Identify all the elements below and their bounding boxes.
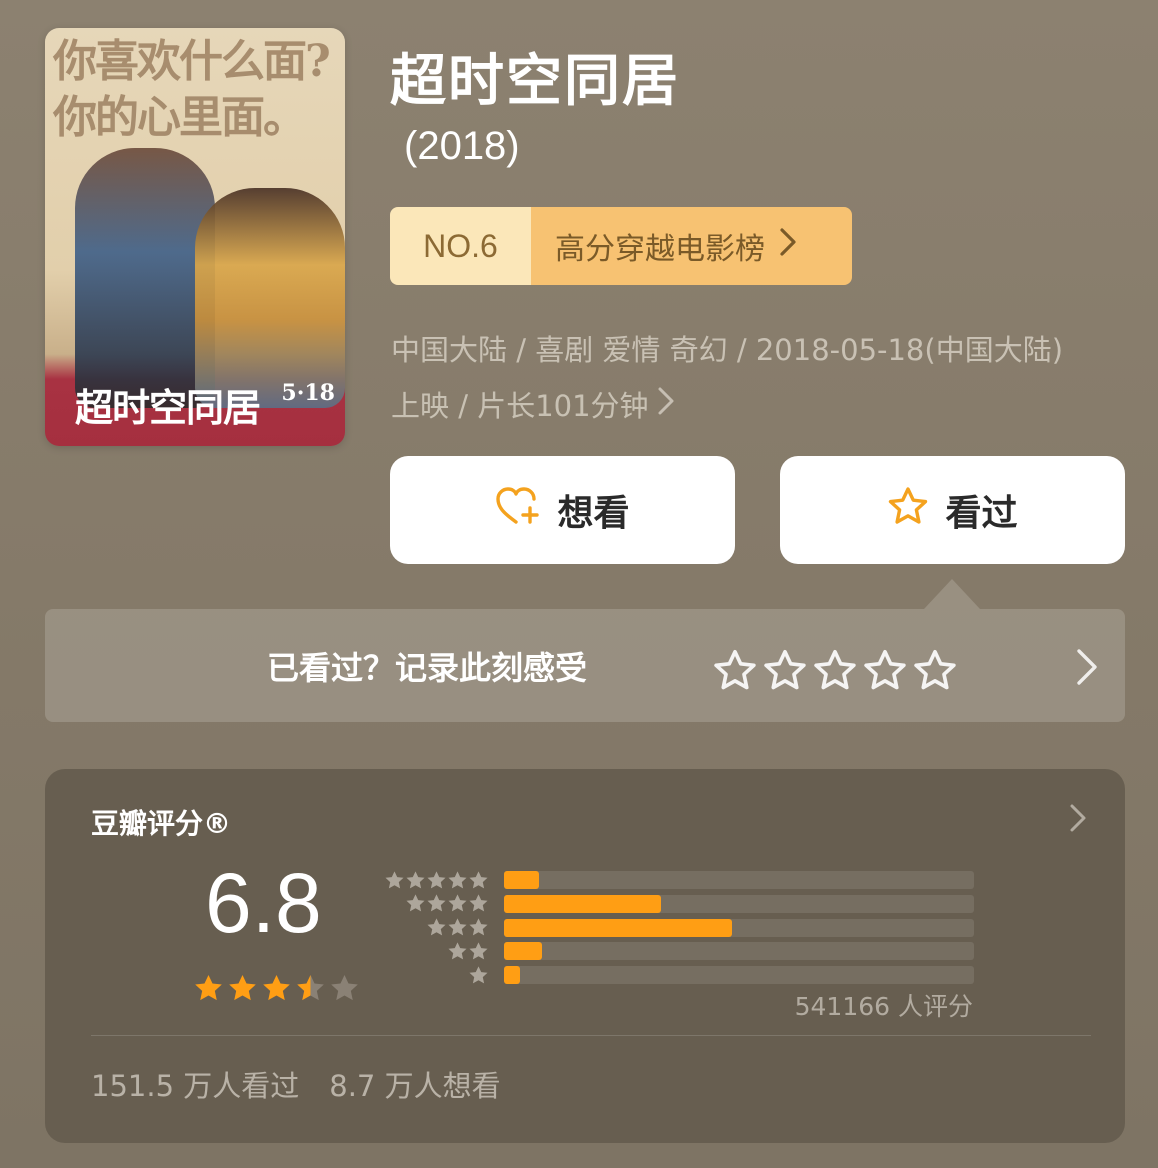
star-small-icon xyxy=(469,918,488,936)
star-small-icon xyxy=(448,894,467,912)
rank-list-name: 高分穿越电影榜 xyxy=(531,207,852,285)
star-outline-icon xyxy=(887,486,945,535)
want-count: 8.7 万人想看 xyxy=(329,1069,501,1103)
rating-label: 豆瓣评分® xyxy=(91,807,232,840)
star-filled-icon xyxy=(263,974,290,1001)
distribution-track xyxy=(504,966,974,985)
watched-button[interactable]: 看过 xyxy=(780,456,1125,564)
movie-poster[interactable]: 你喜欢什么面? 你的心里面。 5·18 超时空同居 xyxy=(45,28,345,446)
record-feeling-bar[interactable]: 已看过？记录此刻感受 xyxy=(45,609,1125,722)
distribution-track xyxy=(504,871,974,889)
chevron-right-icon xyxy=(1075,647,1099,691)
distribution-bar xyxy=(504,871,540,889)
distribution-track xyxy=(504,942,974,961)
watched-label: 看过 xyxy=(945,493,1018,534)
star-filled-icon xyxy=(229,974,256,1001)
star-small-icon xyxy=(427,894,446,912)
chevron-right-icon xyxy=(779,227,797,265)
distribution-track xyxy=(504,894,974,913)
star-outline-icon[interactable] xyxy=(813,649,857,693)
divider xyxy=(91,1035,1091,1036)
star-small-icon xyxy=(469,870,488,888)
star-small-icon xyxy=(406,870,425,888)
star-small-icon xyxy=(427,870,446,888)
heart-plus-icon xyxy=(495,486,557,535)
star-small-icon xyxy=(448,870,467,888)
rating-stars xyxy=(193,973,360,1004)
star-small-icon xyxy=(385,870,404,888)
distribution-track xyxy=(504,918,974,937)
want-to-watch-button[interactable]: 想看 xyxy=(390,456,735,564)
star-small-icon xyxy=(469,966,488,984)
distribution-stars xyxy=(383,870,489,891)
star-small-icon xyxy=(448,942,467,960)
movie-year: (2018) xyxy=(404,124,520,168)
distribution-bar xyxy=(504,942,542,961)
star-small-icon xyxy=(469,894,488,912)
star-outline-icon[interactable] xyxy=(713,649,757,693)
rating-score: 6.8 xyxy=(205,856,322,950)
record-rating-stars[interactable] xyxy=(713,649,957,693)
meta-line-2-wrap: 上映 / 片长101分钟 xyxy=(391,378,1121,434)
star-small-icon xyxy=(448,918,467,936)
star-small-icon xyxy=(427,918,446,936)
rank-badge[interactable]: NO.6 高分穿越电影榜 xyxy=(390,207,852,285)
star-empty-icon xyxy=(331,974,358,1001)
record-prompt: 已看过？记录此刻感受 xyxy=(267,648,588,687)
tooltip-pointer xyxy=(924,579,980,609)
chevron-right-icon xyxy=(657,378,675,434)
watch-stats: 151.5 万人看过 8.7 万人想看 xyxy=(91,1063,501,1105)
meta-line-1: 中国大陆 / 喜剧 爱情 奇幻 / 2018-05-18(中国大陆) xyxy=(391,333,1064,367)
poster-title: 超时空同居 xyxy=(75,385,261,430)
distribution-stars xyxy=(383,965,489,986)
star-outline-icon[interactable] xyxy=(763,649,807,693)
movie-title: 超时空同居 xyxy=(390,49,680,114)
star-filled-icon xyxy=(195,974,222,1001)
distribution-bar xyxy=(504,918,732,937)
want-to-watch-label: 想看 xyxy=(557,493,630,534)
star-half-icon xyxy=(297,974,324,1001)
distribution-bar xyxy=(504,894,662,913)
watched-count: 151.5 万人看过 xyxy=(91,1069,300,1103)
star-small-icon xyxy=(469,942,488,960)
poster-figure-actor xyxy=(195,188,345,408)
chevron-right-icon xyxy=(1069,803,1087,837)
meta-line-2: 上映 / 片长101分钟 xyxy=(391,389,649,423)
poster-figure-actress xyxy=(75,148,215,408)
rating-card[interactable]: 豆瓣评分® 6.8 541166 人评分 151.5 万人看过 8.7 万人想看 xyxy=(45,769,1125,1143)
star-outline-icon[interactable] xyxy=(913,649,957,693)
movie-meta[interactable]: 中国大陆 / 喜剧 爱情 奇幻 / 2018-05-18(中国大陆) 上映 / … xyxy=(391,322,1121,434)
star-small-icon xyxy=(406,894,425,912)
star-outline-icon[interactable] xyxy=(863,649,907,693)
distribution-bar xyxy=(504,966,521,985)
distribution-stars xyxy=(383,941,489,962)
poster-tagline: 你喜欢什么面? 你的心里面。 xyxy=(53,36,331,143)
rating-count: 541166 人评分 xyxy=(794,992,973,1021)
rank-number: NO.6 xyxy=(390,207,531,285)
distribution-stars xyxy=(383,893,489,914)
distribution-stars xyxy=(383,917,489,938)
rank-list-label: 高分穿越电影榜 xyxy=(555,232,765,267)
